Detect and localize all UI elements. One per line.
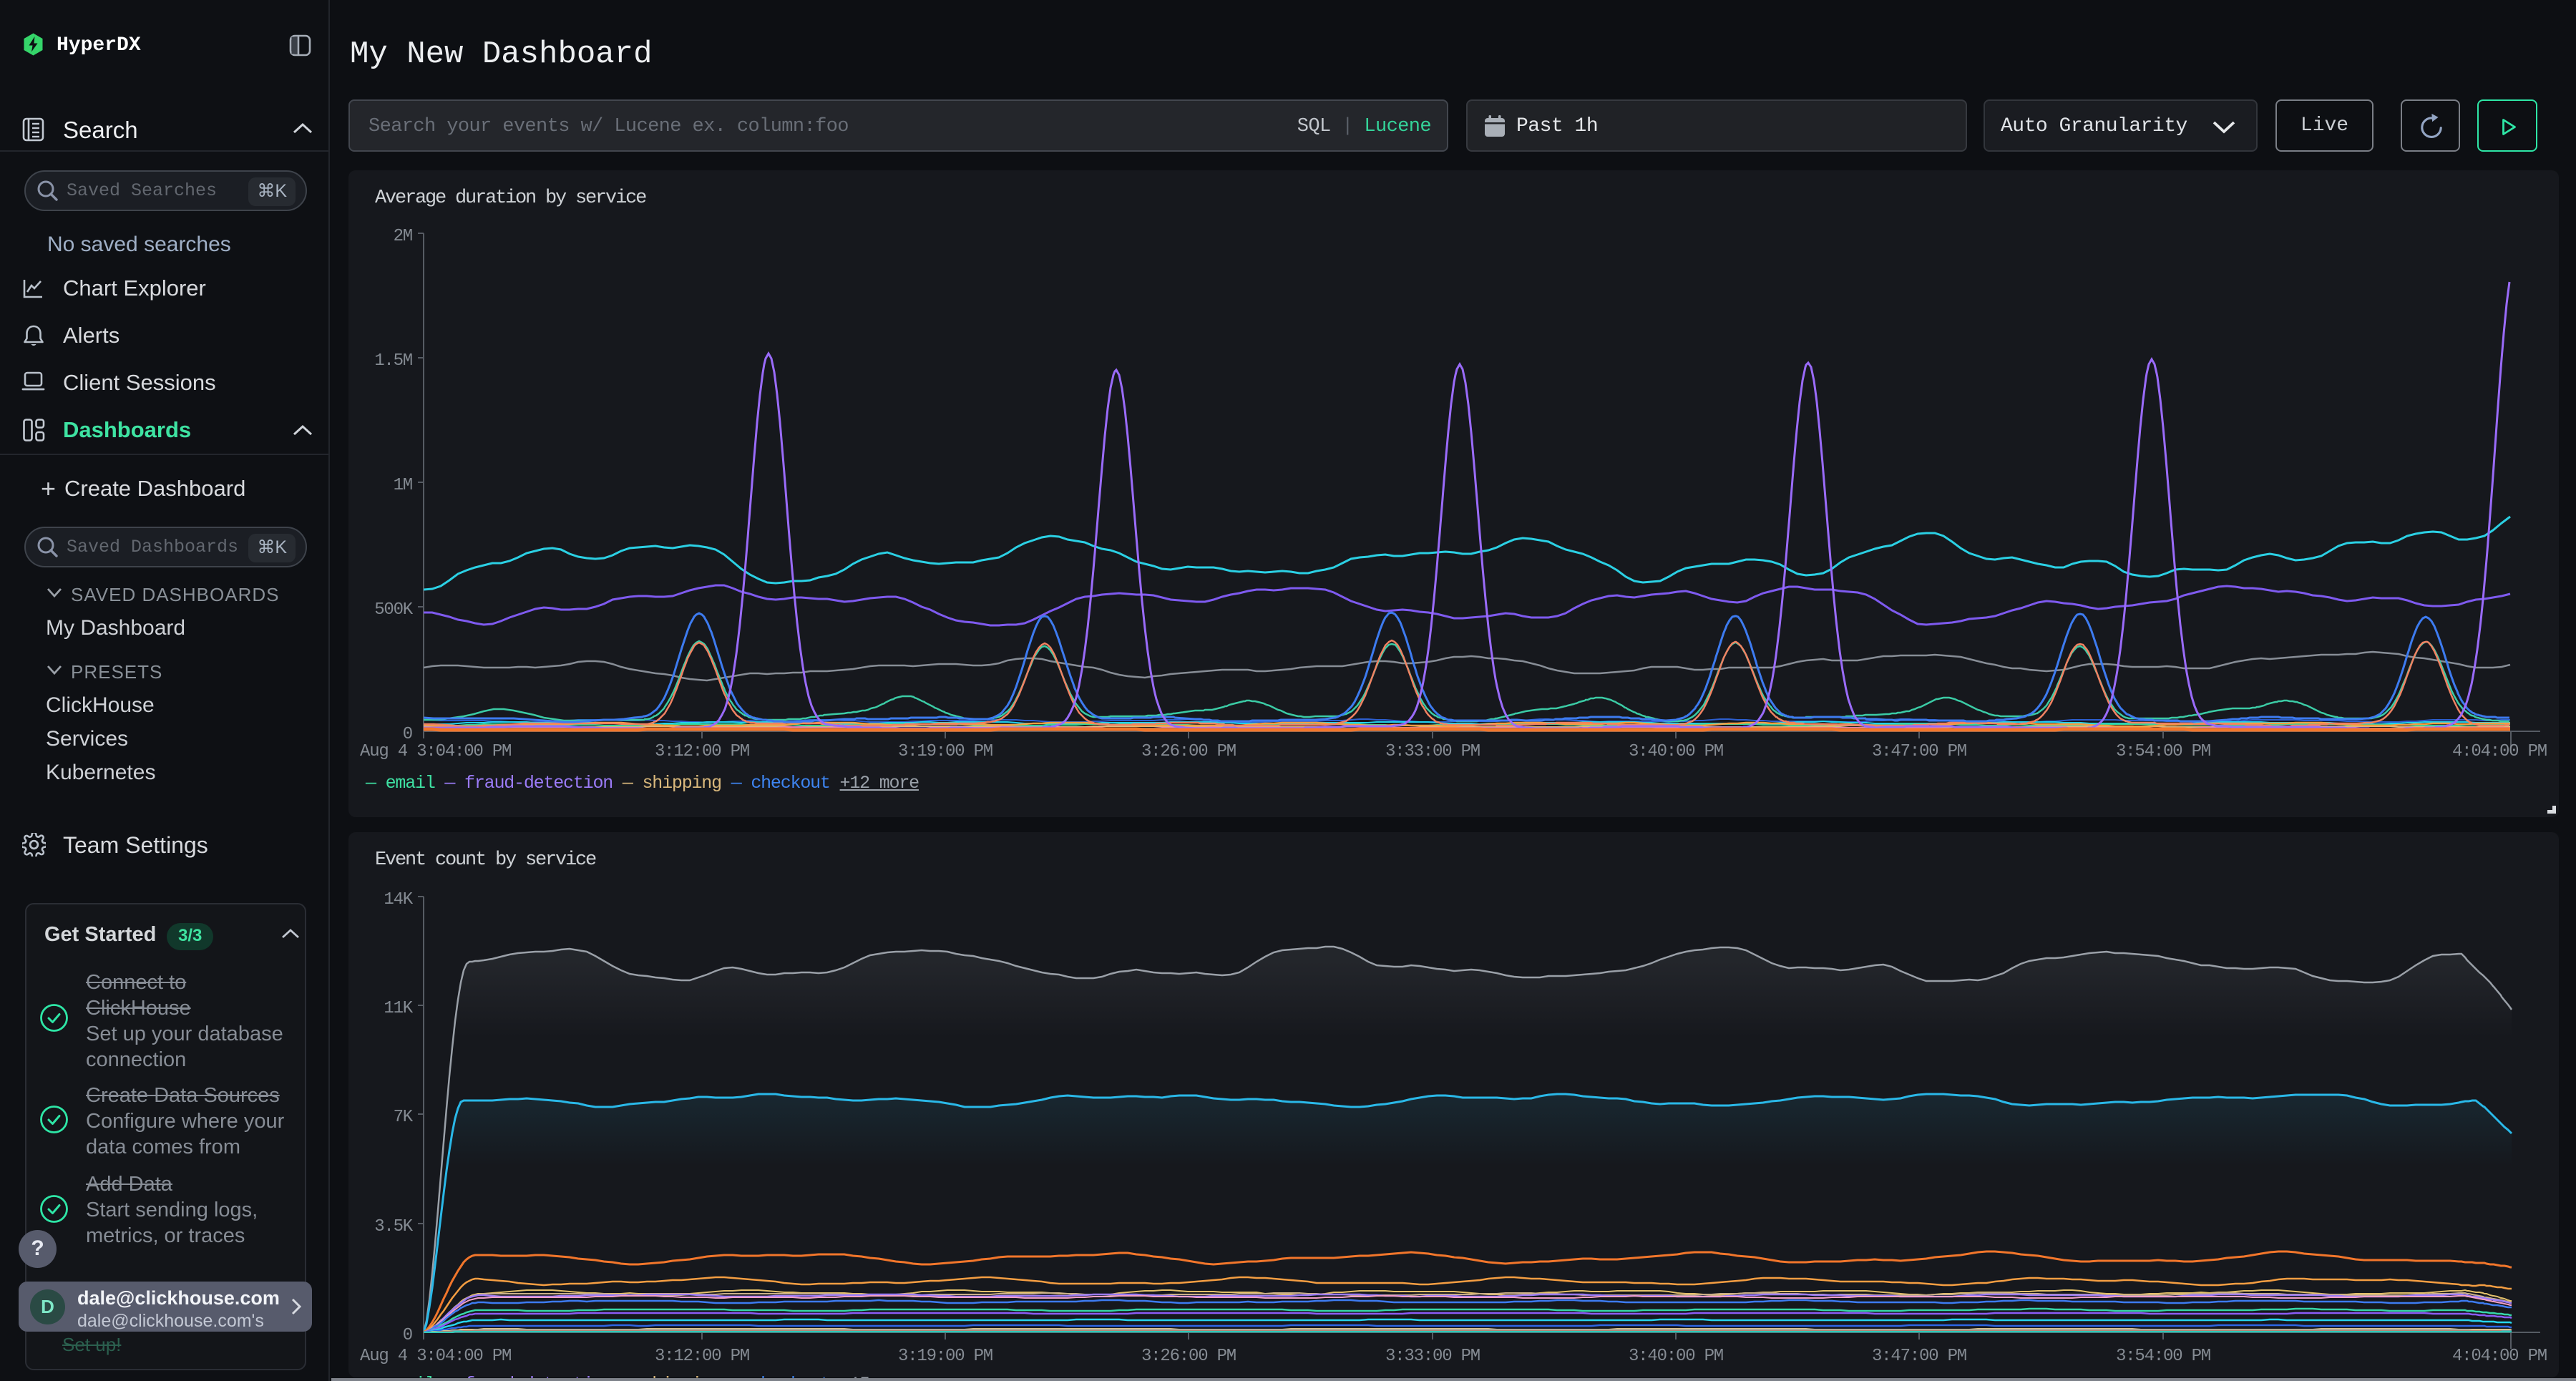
svg-text:0: 0 [403, 725, 412, 744]
svg-text:Aug 4 3:04:00 PM: Aug 4 3:04:00 PM [360, 1347, 511, 1366]
svg-text:7K: 7K [394, 1108, 414, 1127]
svg-text:3:33:00 PM: 3:33:00 PM [1385, 1347, 1480, 1366]
svg-text:3:12:00 PM: 3:12:00 PM [655, 742, 749, 761]
svg-text:Aug 4 3:04:00 PM: Aug 4 3:04:00 PM [360, 742, 511, 761]
svg-text:3:12:00 PM: 3:12:00 PM [655, 1347, 749, 1366]
svg-text:3:47:00 PM: 3:47:00 PM [1872, 742, 1966, 761]
svg-text:3:19:00 PM: 3:19:00 PM [898, 1347, 992, 1366]
svg-text:3.5K: 3.5K [374, 1217, 414, 1236]
svg-text:3:40:00 PM: 3:40:00 PM [1629, 742, 1723, 761]
svg-text:11K: 11K [384, 999, 413, 1018]
svg-text:3:54:00 PM: 3:54:00 PM [2116, 742, 2210, 761]
svg-text:3:54:00 PM: 3:54:00 PM [2116, 1347, 2210, 1366]
svg-text:1.5M: 1.5M [374, 351, 412, 371]
svg-text:4:04:00 PM: 4:04:00 PM [2452, 742, 2547, 761]
svg-text:1M: 1M [394, 476, 412, 495]
svg-text:3:26:00 PM: 3:26:00 PM [1141, 742, 1236, 761]
svg-text:4:04:00 PM: 4:04:00 PM [2452, 1347, 2547, 1366]
svg-text:0: 0 [403, 1326, 412, 1345]
svg-text:3:47:00 PM: 3:47:00 PM [1872, 1347, 1966, 1366]
svg-text:3:19:00 PM: 3:19:00 PM [898, 742, 992, 761]
svg-text:3:26:00 PM: 3:26:00 PM [1141, 1347, 1236, 1366]
svg-text:2M: 2M [394, 227, 412, 246]
svg-text:14K: 14K [384, 890, 413, 909]
svg-text:500K: 500K [374, 600, 414, 620]
svg-text:3:40:00 PM: 3:40:00 PM [1629, 1347, 1723, 1366]
svg-text:3:33:00 PM: 3:33:00 PM [1385, 742, 1480, 761]
